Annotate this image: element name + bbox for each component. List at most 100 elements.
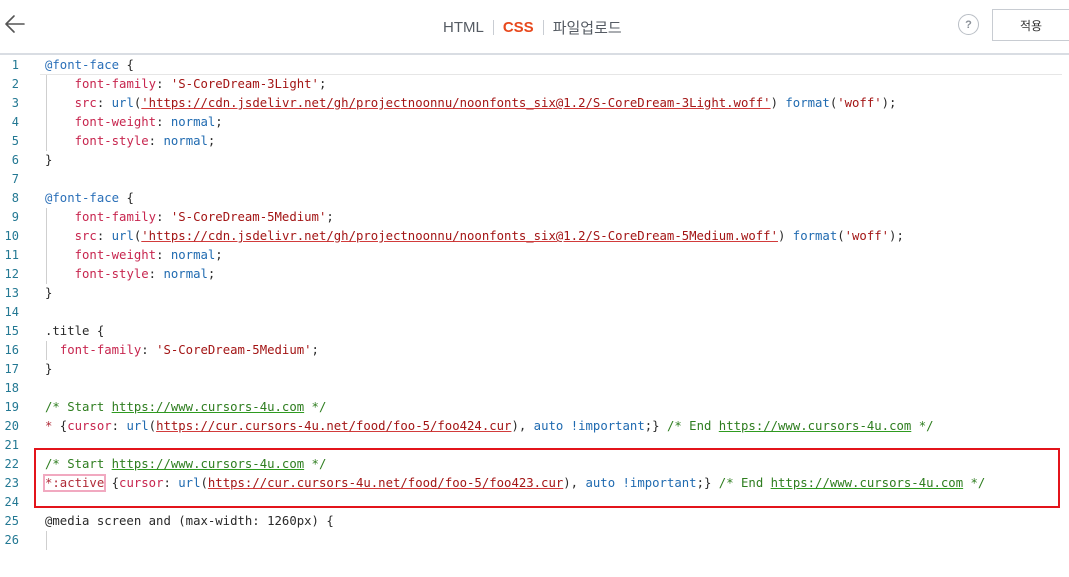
- code-token: 'S-CoreDream-5Medium': [170, 210, 327, 224]
- code-line[interactable]: 8 @font-face {: [0, 189, 1069, 208]
- code-token: :: [141, 343, 157, 357]
- code-token: font-style: [74, 267, 149, 281]
- code-token: .title: [45, 324, 90, 338]
- editor-tabs: HTML CSS 파일업로드: [443, 17, 622, 37]
- code-token: :: [156, 77, 171, 91]
- line-number: 8: [11, 191, 19, 205]
- code-token: ;: [207, 134, 216, 148]
- code-token: :: [111, 419, 127, 433]
- code-token: :: [96, 229, 112, 243]
- code-token: url: [111, 229, 134, 243]
- code-editor[interactable]: 1 @font-face {2 font-family: 'S-CoreDream…: [0, 55, 1069, 577]
- code-line[interactable]: 26: [0, 531, 1069, 550]
- code-line[interactable]: 19 /* Start https://www.cursors-4u.com */: [0, 398, 1069, 417]
- code-line[interactable]: 25 @media screen and (max-width: 1260px) …: [0, 512, 1069, 531]
- back-button[interactable]: [2, 10, 30, 38]
- code-token: @font-face: [45, 58, 120, 72]
- line-number: 5: [11, 134, 19, 148]
- tab-css[interactable]: CSS: [503, 19, 534, 36]
- apply-button[interactable]: 적용: [992, 9, 1069, 41]
- code-line[interactable]: 4 font-weight: normal;: [0, 113, 1069, 132]
- code-line[interactable]: 2 font-family: 'S-CoreDream-3Light';: [0, 75, 1069, 94]
- tab-html[interactable]: HTML: [443, 19, 484, 36]
- code-token: https://www.cursors-4u.com: [770, 476, 964, 490]
- code-line[interactable]: 1 @font-face {: [0, 56, 1069, 75]
- code-token: */: [963, 476, 986, 490]
- line-number: 16: [4, 343, 19, 357]
- code-token: font-style: [74, 134, 149, 148]
- line-number: 21: [4, 438, 19, 452]
- code-token: 1260: [267, 514, 297, 528]
- line-number: 13: [4, 286, 19, 300]
- code-token: url: [126, 419, 149, 433]
- code-text: src: url('https://cdn.jsdelivr.net/gh/pr…: [45, 94, 897, 113]
- code-line[interactable]: 17}: [0, 360, 1069, 379]
- code-token: {: [52, 419, 68, 433]
- line-number: 3: [11, 96, 19, 110]
- code-line[interactable]: 15 .title {: [0, 322, 1069, 341]
- code-token: }: [45, 286, 53, 300]
- code-line[interactable]: 3 src: url('https://cdn.jsdelivr.net/gh/…: [0, 94, 1069, 113]
- code-line[interactable]: 5 font-style: normal;: [0, 132, 1069, 151]
- code-text: @media screen and (max-width: 1260px) {: [45, 512, 334, 531]
- indent-guide: [46, 531, 47, 550]
- code-text: .title {: [45, 322, 104, 341]
- line-number: 9: [11, 210, 19, 224]
- code-line[interactable]: 7: [0, 170, 1069, 189]
- code-line[interactable]: 9 font-family: 'S-CoreDream-5Medium';: [0, 208, 1069, 227]
- code-token: 'S-CoreDream-3Light': [170, 77, 319, 91]
- code-line[interactable]: 6}: [0, 151, 1069, 170]
- line-number: 12: [4, 267, 19, 281]
- code-text: font-weight: normal;: [45, 246, 223, 265]
- code-token: cursor: [119, 476, 164, 490]
- code-text: * {cursor: url(https://cur.cursors-4u.ne…: [45, 417, 934, 436]
- code-token: ;: [215, 115, 223, 129]
- code-token: /* End: [666, 419, 719, 433]
- code-token: font-family: [74, 77, 157, 91]
- code-token: );: [889, 229, 904, 243]
- code-token: url: [178, 476, 201, 490]
- code-line[interactable]: 12 font-style: normal;: [0, 265, 1069, 284]
- code-token: format: [792, 229, 838, 243]
- code-line[interactable]: 22 /* Start https://www.cursors-4u.com */: [0, 455, 1069, 474]
- code-text: }: [45, 360, 52, 379]
- code-token: /* End: [718, 476, 771, 490]
- code-line[interactable]: 13}: [0, 284, 1069, 303]
- code-token: ;}: [644, 419, 667, 433]
- line-number: 1: [11, 58, 19, 72]
- code-token: url: [111, 96, 134, 110]
- tab-file-upload[interactable]: 파일업로드: [553, 17, 622, 38]
- code-token: @media screen and (max-width:: [45, 514, 268, 528]
- code-line[interactable]: 23 *:active {cursor: url(https://cur.curs…: [0, 474, 1069, 493]
- code-line[interactable]: 20 * {cursor: url(https://cur.cursors-4u.…: [0, 417, 1069, 436]
- code-token: */: [304, 400, 327, 414]
- code-line[interactable]: 10 src: url ('https://cdn.jsdelivr.net/gh…: [0, 227, 1069, 246]
- code-line[interactable]: 14: [0, 303, 1069, 322]
- code-token: /* Start: [45, 457, 112, 471]
- code-token: src: [74, 96, 97, 110]
- code-token: https://www.cursors-4u.com: [718, 419, 912, 433]
- code-text: /* Start https://www.cursors-4u.com */: [45, 455, 326, 474]
- code-token: font-family: [74, 210, 157, 224]
- code-text: /* Start https://www.cursors-4u.com */: [45, 398, 326, 417]
- code-token: :: [156, 210, 171, 224]
- code-token: !important: [622, 476, 697, 490]
- code-token: @font-face: [45, 191, 120, 205]
- code-text: font-style: normal;: [45, 265, 216, 284]
- code-token: {: [119, 58, 134, 72]
- code-line[interactable]: 21: [0, 436, 1069, 455]
- code-line[interactable]: 11 font-weight: normal;: [0, 246, 1069, 265]
- code-token: :: [96, 96, 112, 110]
- code-token: font-family: [59, 343, 142, 357]
- code-line[interactable]: 18: [0, 379, 1069, 398]
- help-button[interactable]: ?: [958, 14, 979, 35]
- line-number: 22: [4, 457, 19, 471]
- code-line[interactable]: 16 font-family: 'S-CoreDream-5Medium';: [0, 341, 1069, 360]
- code-line[interactable]: 24: [0, 493, 1069, 512]
